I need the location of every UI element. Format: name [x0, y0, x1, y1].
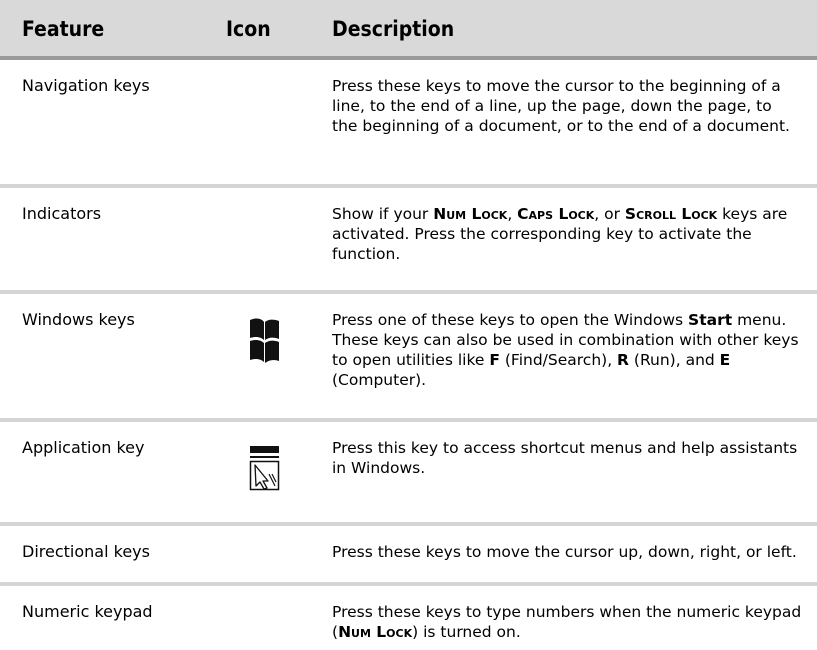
- feature-description: Press one of these keys to open the Wind…: [332, 310, 802, 390]
- table-row: Navigation keys Press these keys to move…: [0, 60, 817, 188]
- feature-label: Directional keys: [22, 542, 150, 561]
- table-row: Directional keys Press these keys to mov…: [0, 526, 817, 586]
- header-description: Description: [332, 17, 455, 41]
- feature-description: Press this key to access shortcut menus …: [332, 439, 798, 477]
- keyboard-features-table: Feature Icon Description Navigation keys…: [0, 0, 817, 650]
- key-name-scroll-lock: Scroll Lock: [624, 205, 718, 223]
- feature-label: Application key: [22, 438, 145, 457]
- desc-text: , or: [594, 205, 625, 223]
- key-e: E: [719, 351, 731, 369]
- menu-cursor-icon: [248, 444, 281, 500]
- table-row: Application key Press this key to access…: [0, 422, 817, 526]
- header-icon: Icon: [226, 17, 271, 41]
- feature-label: Navigation keys: [22, 76, 150, 95]
- desc-text: ) is turned on.: [412, 623, 521, 641]
- start-menu-term: Start: [688, 311, 733, 329]
- table-row: Indicators Show if your Num Lock, Caps L…: [0, 188, 817, 294]
- key-name-caps-lock: Caps Lock: [517, 205, 595, 223]
- table-row: Numeric keypad Press these keys to type …: [0, 586, 817, 650]
- feature-description: Show if your Num Lock, Caps Lock, or Scr…: [332, 204, 802, 264]
- feature-label: Numeric keypad: [22, 602, 153, 621]
- table-row: Windows keys Press one of these keys to …: [0, 294, 817, 422]
- desc-text: Press one of these keys to open the Wind…: [332, 311, 689, 329]
- table-header: Feature Icon Description: [0, 0, 817, 60]
- feature-label: Indicators: [22, 204, 102, 223]
- feature-description: Press these keys to type numbers when th…: [332, 602, 802, 642]
- feature-description: Press these keys to move the cursor to t…: [332, 77, 790, 135]
- desc-text: Show if your: [332, 205, 434, 223]
- key-name-num-lock: Num Lock: [433, 205, 508, 223]
- feature-description: Press these keys to move the cursor up, …: [332, 543, 797, 561]
- header-feature: Feature: [22, 17, 105, 41]
- key-name-num-lock: Num Lock: [338, 623, 413, 641]
- desc-text: ,: [507, 205, 518, 223]
- windows-logo-icon: [248, 316, 281, 372]
- desc-text: (Computer).: [332, 371, 427, 389]
- desc-text: (Run), and: [628, 351, 720, 369]
- key-r: R: [617, 351, 629, 369]
- key-f: F: [489, 351, 500, 369]
- desc-text: (Find/Search),: [499, 351, 618, 369]
- feature-label: Windows keys: [22, 310, 135, 329]
